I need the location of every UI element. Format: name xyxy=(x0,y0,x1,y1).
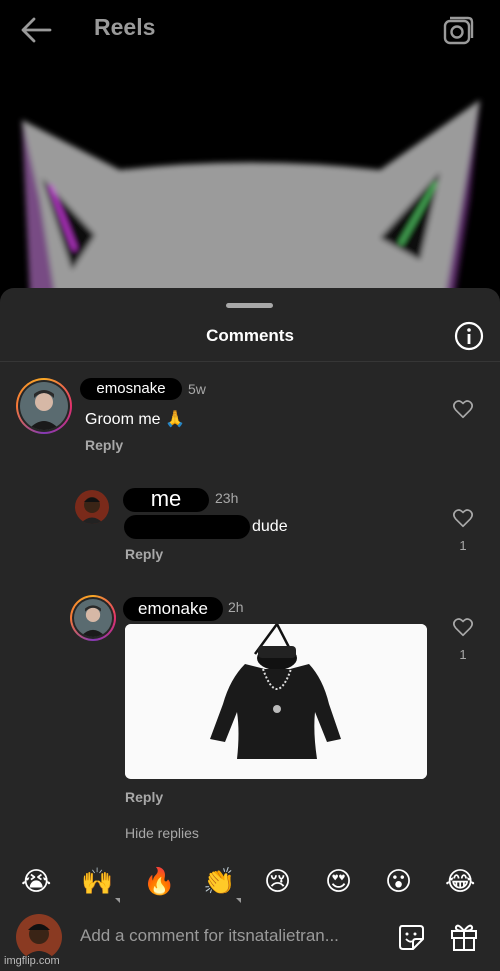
avatar[interactable] xyxy=(75,490,109,524)
emoji-reaction[interactable]: 😂 xyxy=(445,866,475,896)
emoji-reaction[interactable]: 🔥 xyxy=(143,866,175,896)
comment-input[interactable]: Add a comment for itsnatalietran... xyxy=(80,926,370,946)
comment-username[interactable]: emosnake xyxy=(80,378,182,400)
avatar-image xyxy=(20,382,68,430)
heart-icon[interactable] xyxy=(452,616,474,638)
top-bar xyxy=(0,0,500,60)
reply-username[interactable]: me xyxy=(123,488,209,512)
heart-icon[interactable] xyxy=(452,507,474,529)
reply-text: dude xyxy=(252,518,288,535)
gif-image xyxy=(125,624,427,779)
emoji-reaction[interactable]: 🙌 xyxy=(81,866,113,896)
avatar-image xyxy=(75,490,109,524)
reply-button[interactable]: Reply xyxy=(125,546,163,562)
sticker-icon[interactable] xyxy=(396,922,426,952)
watermark: imgflip.com xyxy=(4,955,60,967)
comment-time: 5w xyxy=(188,381,206,397)
redacted-text xyxy=(124,515,250,539)
avatar-image xyxy=(16,914,62,960)
reel-video[interactable] xyxy=(0,60,500,295)
avatar[interactable] xyxy=(16,378,72,434)
like-count: 1 xyxy=(459,647,467,662)
reply-image[interactable] xyxy=(125,624,427,779)
emoji-reaction[interactable]: 👏 xyxy=(203,866,235,896)
reply-time: 2h xyxy=(228,599,244,615)
like-count: 1 xyxy=(459,538,467,553)
reply-button[interactable]: Reply xyxy=(85,437,123,453)
emoji-reaction[interactable]: 😮 xyxy=(385,866,412,896)
heart-icon[interactable] xyxy=(452,398,474,420)
page-title: Reels xyxy=(94,14,156,40)
skin-tone-indicator-icon xyxy=(115,898,120,903)
reply-button[interactable]: Reply xyxy=(125,789,163,805)
emoji-reaction[interactable]: 😢 xyxy=(264,866,291,896)
comments-title: Comments xyxy=(206,326,294,345)
avatar[interactable] xyxy=(70,595,116,641)
back-arrow-icon[interactable] xyxy=(18,14,54,46)
emoji-reaction[interactable]: 😭 xyxy=(21,866,51,896)
comment-text: Groom me 🙏 xyxy=(85,411,185,428)
avatar-image xyxy=(74,599,112,637)
divider xyxy=(0,361,500,362)
gift-icon[interactable] xyxy=(448,921,480,953)
avatar xyxy=(16,914,62,960)
camera-icon[interactable] xyxy=(441,14,475,46)
reply-time: 23h xyxy=(215,490,239,506)
reply-username[interactable]: emonake xyxy=(123,597,223,621)
emoji-reaction[interactable]: 😍 xyxy=(325,866,352,896)
drag-handle[interactable] xyxy=(226,303,273,308)
hide-replies-button[interactable]: Hide replies xyxy=(125,825,199,841)
info-icon[interactable] xyxy=(453,320,485,352)
skin-tone-indicator-icon xyxy=(236,898,241,903)
